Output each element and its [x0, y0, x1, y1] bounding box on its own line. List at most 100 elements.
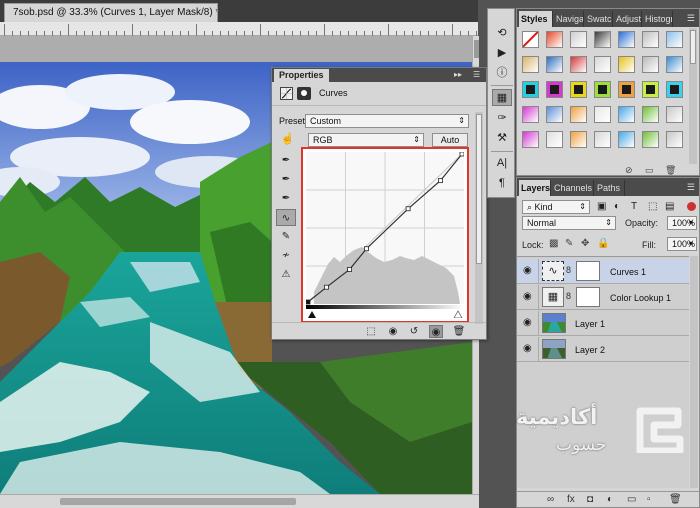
- styles-scrollbar[interactable]: [689, 28, 697, 164]
- filter-toggle-icon[interactable]: [687, 202, 696, 211]
- style-swatch[interactable]: [546, 81, 563, 98]
- clip-to-layer-icon[interactable]: ⬚: [364, 325, 378, 338]
- delete-layer-trash-icon[interactable]: 🗑: [669, 493, 682, 507]
- style-swatch[interactable]: [522, 131, 539, 148]
- layer-mask-thumbnail[interactable]: [576, 261, 600, 281]
- tab-paths[interactable]: Paths: [595, 180, 625, 196]
- opacity-field[interactable]: 100% ▾: [667, 216, 697, 230]
- new-layer-icon[interactable]: ▫: [647, 493, 651, 507]
- style-swatch[interactable]: [618, 106, 635, 123]
- delete-style-icon[interactable]: 🗑: [665, 165, 676, 176]
- smooth-curve-icon[interactable]: ≁: [276, 247, 296, 264]
- style-swatch[interactable]: [642, 56, 659, 73]
- white-point-slider[interactable]: [453, 310, 463, 318]
- styles-scroll-thumb[interactable]: [690, 30, 696, 64]
- style-swatch[interactable]: [594, 31, 611, 48]
- layer-mask-icon[interactable]: [297, 87, 311, 100]
- style-swatch[interactable]: [522, 106, 539, 123]
- panel-menu-icon[interactable]: ☰: [473, 69, 480, 81]
- layer-row-layer-2[interactable]: ◉ Layer 2: [517, 337, 689, 362]
- properties-panel-icon[interactable]: ▦: [492, 89, 512, 106]
- auto-button[interactable]: Auto: [432, 133, 468, 147]
- tab-navigator[interactable]: Naviga: [554, 11, 584, 27]
- new-adjustment-layer-icon[interactable]: ◐: [607, 493, 613, 507]
- add-mask-icon[interactable]: ◘: [587, 493, 593, 507]
- canvas-vertical-scroll-thumb[interactable]: [474, 40, 479, 58]
- filter-kind-dropdown[interactable]: ⌕ Kind ⇕: [522, 200, 590, 214]
- visibility-eye-icon[interactable]: ◉: [523, 266, 532, 276]
- pencil-draw-icon[interactable]: ✎: [276, 228, 296, 245]
- style-swatch[interactable]: [522, 56, 539, 73]
- character-panel-icon[interactable]: A|: [492, 155, 512, 172]
- info-icon[interactable]: ⓘ: [492, 65, 512, 82]
- layer-style-fx-icon[interactable]: fx: [567, 493, 575, 507]
- layer-thumbnail-image[interactable]: [542, 313, 566, 333]
- lock-transparent-icon[interactable]: ▩: [549, 238, 558, 250]
- tab-adjustments[interactable]: Adjust: [614, 11, 642, 27]
- history-brush-icon[interactable]: ⟲: [492, 25, 512, 42]
- blend-mode-dropdown[interactable]: Normal ⇕: [522, 216, 616, 230]
- lock-image-brush-icon[interactable]: ✎: [565, 238, 573, 250]
- edit-points-curve-icon[interactable]: ∿: [276, 209, 296, 226]
- style-swatch[interactable]: [522, 31, 539, 48]
- layer-row-curves-1[interactable]: ◉ ∿ 8 Curves 1: [517, 259, 689, 284]
- visibility-eye-icon[interactable]: ◉: [429, 325, 443, 338]
- link-layers-icon[interactable]: ∞: [547, 493, 554, 507]
- panel-menu-icon[interactable]: ☰: [687, 182, 695, 193]
- properties-titlebar[interactable]: Properties ▸▸ ☰: [272, 68, 486, 82]
- style-swatch[interactable]: [546, 56, 563, 73]
- tab-styles[interactable]: Styles: [519, 11, 553, 27]
- style-swatch[interactable]: [570, 31, 587, 48]
- reset-icon[interactable]: ↺: [407, 325, 421, 338]
- style-swatch[interactable]: [594, 131, 611, 148]
- layer-row-layer-1[interactable]: ◉ Layer 1: [517, 311, 689, 336]
- targeted-adjustment-hand-icon[interactable]: ☝: [280, 132, 295, 147]
- tab-properties[interactable]: Properties: [274, 69, 329, 82]
- style-swatch[interactable]: [642, 131, 659, 148]
- filter-type-icon[interactable]: T: [631, 201, 637, 213]
- filter-adjustment-icon[interactable]: ◐: [614, 201, 620, 213]
- style-swatch[interactable]: [570, 56, 587, 73]
- style-swatch[interactable]: [570, 106, 587, 123]
- style-swatch[interactable]: [546, 31, 563, 48]
- preset-dropdown[interactable]: Custom ⇕: [305, 114, 469, 128]
- clear-style-icon[interactable]: ⊘: [625, 165, 633, 176]
- properties-scrollbar[interactable]: [475, 112, 483, 324]
- curve-control-point[interactable]: [347, 267, 352, 272]
- black-point-slider[interactable]: [308, 311, 316, 318]
- clipping-warning-icon[interactable]: ⚠: [276, 266, 296, 283]
- panel-menu-icon[interactable]: ☰: [687, 13, 695, 24]
- curves-adjustment-thumbnail[interactable]: ∿: [542, 261, 564, 281]
- collapse-icon[interactable]: ▸▸: [454, 69, 462, 81]
- tab-swatches[interactable]: Swatch: [585, 11, 613, 27]
- curve-control-point[interactable]: [306, 299, 311, 305]
- document-tab[interactable]: 7sob.psd @ 33.3% (Curves 1, Layer Mask/8…: [4, 3, 218, 22]
- style-swatch[interactable]: [570, 131, 587, 148]
- lock-position-move-icon[interactable]: ✥: [581, 238, 589, 250]
- style-swatch[interactable]: [666, 56, 683, 73]
- trash-icon[interactable]: 🗑: [452, 325, 466, 338]
- style-swatch[interactable]: [546, 131, 563, 148]
- style-swatch[interactable]: [594, 106, 611, 123]
- play-actions-icon[interactable]: ▶: [492, 45, 512, 62]
- color-lookup-adjustment-thumbnail[interactable]: ▦: [542, 287, 564, 307]
- style-swatch[interactable]: [618, 81, 635, 98]
- tool-presets-icon[interactable]: ⚒: [492, 130, 512, 147]
- eyedropper-black-icon[interactable]: ✒: [276, 152, 296, 169]
- view-previous-icon[interactable]: ◉: [386, 325, 400, 338]
- style-swatch[interactable]: [618, 56, 635, 73]
- style-swatch[interactable]: [522, 81, 539, 98]
- tab-layers[interactable]: Layers: [519, 180, 551, 196]
- eyedropper-white-icon[interactable]: ✒: [276, 190, 296, 207]
- new-group-folder-icon[interactable]: ▭: [627, 493, 636, 507]
- canvas-horizontal-scroll-thumb[interactable]: [60, 498, 296, 505]
- lock-all-icon[interactable]: 🔒: [597, 238, 609, 250]
- link-chain-icon[interactable]: 8: [566, 265, 571, 275]
- style-swatch[interactable]: [666, 131, 683, 148]
- filter-pixel-icon[interactable]: ▣: [597, 201, 606, 213]
- style-swatch[interactable]: [618, 31, 635, 48]
- style-swatch[interactable]: [642, 81, 659, 98]
- layer-thumbnail-image[interactable]: [542, 339, 566, 359]
- filter-shape-icon[interactable]: ⬚: [648, 201, 657, 213]
- style-swatch[interactable]: [642, 106, 659, 123]
